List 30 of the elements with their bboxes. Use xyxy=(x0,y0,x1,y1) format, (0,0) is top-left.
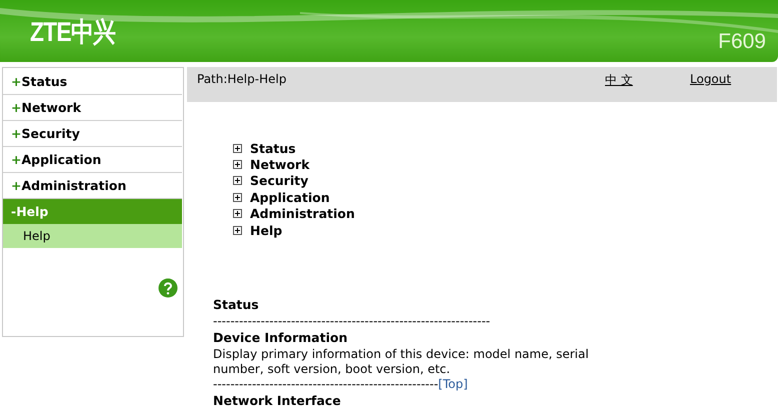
logout-link[interactable]: Logout xyxy=(690,72,732,86)
topic-link[interactable]: Status xyxy=(250,140,296,156)
expand-icon[interactable] xyxy=(233,209,242,218)
language-link[interactable]: 中 文 xyxy=(605,72,633,89)
dashed-separator: ---------------------------------------------------------------- xyxy=(213,314,492,330)
topic-link[interactable]: Network xyxy=(250,157,310,172)
model-name: F609 xyxy=(718,30,766,54)
entry-title: Device Information xyxy=(213,329,348,348)
entry-description: Display primary information of this device: model name, serial number, soft version, boot version, etc. xyxy=(213,347,590,378)
topic-link[interactable]: Help xyxy=(250,222,282,238)
sidebar-item[interactable]: +Network xyxy=(3,95,182,121)
topic-link[interactable]: Administration xyxy=(250,206,355,222)
sidebar-subitem[interactable]: Help xyxy=(3,224,182,248)
help-icon[interactable] xyxy=(158,278,178,298)
expand-icon[interactable] xyxy=(233,176,242,186)
sidebar-item[interactable]: +Application xyxy=(3,147,182,173)
breadcrumb-path: Path:Help-Help xyxy=(197,72,286,86)
top-link[interactable]: [Top] xyxy=(438,377,468,392)
topic-link[interactable]: Security xyxy=(250,173,308,188)
expand-icon[interactable] xyxy=(233,144,242,153)
expand-icon[interactable] xyxy=(233,192,242,202)
section-title: Status xyxy=(213,296,260,314)
expand-icon[interactable] xyxy=(233,226,242,235)
topic-link[interactable]: Application xyxy=(250,190,330,205)
sidebar-item[interactable]: +Security xyxy=(3,121,182,147)
sidebar-item[interactable]: +Status xyxy=(3,69,182,95)
entry-title: Network Interface xyxy=(213,392,342,410)
expand-icon[interactable] xyxy=(233,160,242,170)
logo: ZTE中兴 xyxy=(30,16,115,49)
dashed-separator: ---------------------------------------------------- xyxy=(213,377,438,392)
